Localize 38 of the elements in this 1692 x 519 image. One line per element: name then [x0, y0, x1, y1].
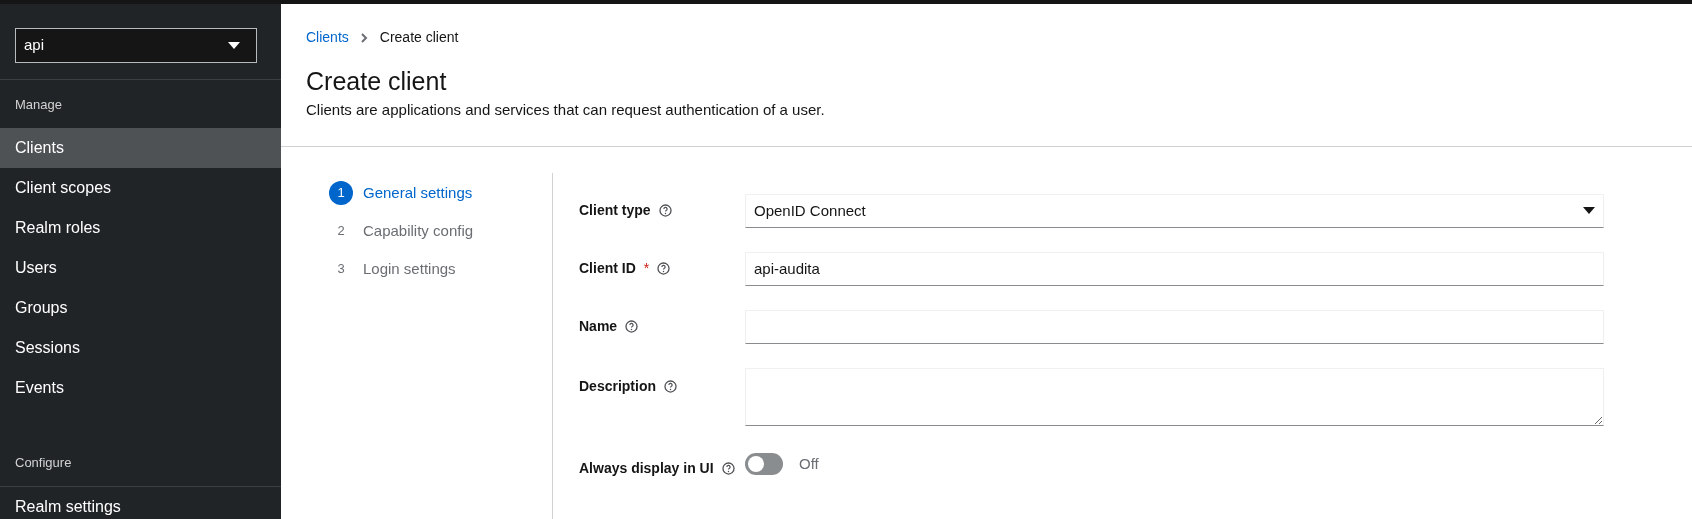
- breadcrumb-current: Create client: [379, 28, 459, 47]
- wizard-step[interactable]: 3 Login settings: [329, 256, 552, 281]
- nav-item[interactable]: Clients: [0, 128, 281, 168]
- nav-section-heading: Manage: [15, 97, 62, 112]
- required-mark: *: [643, 259, 650, 279]
- nav-section-heading: Configure: [15, 455, 72, 470]
- nav-item[interactable]: Sessions: [0, 328, 281, 368]
- help-icon[interactable]: [721, 461, 735, 475]
- field-label: Client ID: [579, 259, 636, 279]
- page-title: Create client: [306, 66, 448, 97]
- help-icon[interactable]: [664, 379, 677, 393]
- help-icon[interactable]: [658, 204, 672, 218]
- field-label: Name: [579, 317, 618, 337]
- wizard-step[interactable]: 1 General settings: [329, 180, 552, 205]
- field-label: Client type: [579, 201, 651, 221]
- caret-icon: [1583, 207, 1595, 215]
- chevron-right-icon: [360, 32, 368, 43]
- nav-item[interactable]: Client scopes: [0, 168, 281, 208]
- nav-item[interactable]: Users: [0, 248, 281, 288]
- help-icon[interactable]: [625, 320, 639, 334]
- nav-item[interactable]: Realm settings: [0, 487, 281, 519]
- nav-item[interactable]: Events: [0, 368, 281, 408]
- nav-item[interactable]: Groups: [0, 288, 281, 328]
- breadcrumb-link[interactable]: Clients: [306, 27, 349, 48]
- field-label: Description: [579, 376, 656, 396]
- toggle-state-text: Off: [799, 454, 819, 474]
- caret-icon: [228, 42, 240, 49]
- description-field[interactable]: [745, 367, 1604, 426]
- text-field[interactable]: api-audita: [745, 251, 1604, 286]
- toggle-switch[interactable]: [745, 453, 783, 476]
- client-type-select[interactable]: OpenID Connect: [745, 193, 1604, 228]
- nav-item[interactable]: Realm roles: [0, 208, 281, 248]
- page-description: Clients are applications and services that can request authentication of a user.: [306, 100, 826, 121]
- realm-select[interactable]: api: [15, 28, 257, 63]
- field-label: Always display in UI: [579, 458, 714, 478]
- text-field[interactable]: [745, 309, 1604, 344]
- help-icon[interactable]: [657, 262, 671, 276]
- wizard-step[interactable]: 2 Capability config: [329, 218, 552, 243]
